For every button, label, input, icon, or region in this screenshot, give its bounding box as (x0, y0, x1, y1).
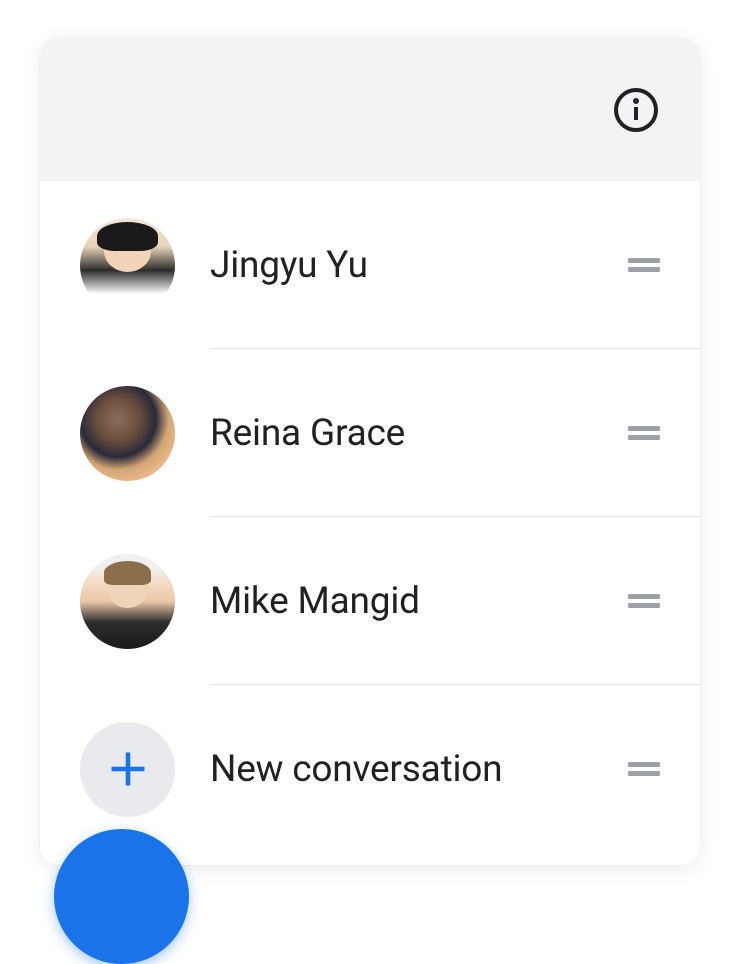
drag-handle-icon[interactable] (628, 258, 660, 272)
info-button[interactable] (610, 84, 662, 136)
drag-handle-icon[interactable] (628, 762, 660, 776)
conversation-item[interactable]: Mike Mangid (40, 517, 700, 685)
new-conversation-label: New conversation (210, 748, 628, 791)
avatar (80, 386, 175, 481)
plus-icon (106, 747, 150, 791)
avatar (80, 554, 175, 649)
drag-handle-icon[interactable] (628, 594, 660, 608)
conversation-name: Reina Grace (210, 412, 628, 455)
conversation-popup: Jingyu Yu Reina Grace Mike Mangid (40, 38, 700, 865)
conversation-name: Jingyu Yu (210, 244, 628, 287)
conversation-item[interactable]: Jingyu Yu (40, 181, 700, 349)
new-conversation-item[interactable]: New conversation (40, 685, 700, 853)
conversation-name: Mike Mangid (210, 580, 628, 623)
conversation-item[interactable]: Reina Grace (40, 349, 700, 517)
new-conversation-avatar (80, 722, 175, 817)
popup-header (40, 38, 700, 181)
info-icon (612, 86, 660, 134)
avatar (80, 218, 175, 313)
fab-button[interactable] (54, 829, 189, 964)
drag-handle-icon[interactable] (628, 426, 660, 440)
conversation-list: Jingyu Yu Reina Grace Mike Mangid (40, 181, 700, 865)
